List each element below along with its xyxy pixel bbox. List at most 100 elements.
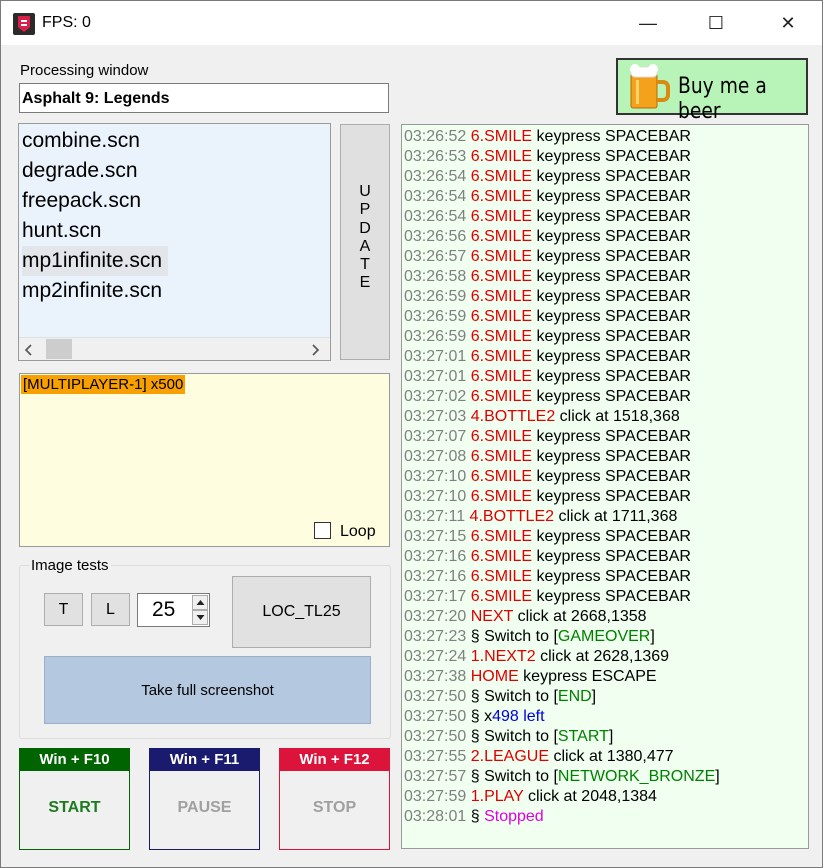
list-item[interactable]: degrade.scn <box>22 156 144 186</box>
update-letter: A <box>359 237 371 255</box>
horizontal-scrollbar[interactable] <box>19 337 330 360</box>
log-entry: 03:27:10 6.SMILE keypress SPACEBAR <box>404 487 691 507</box>
log-text: 6.SMILE <box>470 148 533 165</box>
scroll-right-icon[interactable] <box>310 344 320 356</box>
start-label: START <box>48 799 101 816</box>
processing-window-field[interactable]: Asphalt 9: Legends <box>19 83 389 113</box>
log-timestamp: 03:27:38 <box>404 668 471 685</box>
log-entry: 03:27:38 HOME keypress ESCAPE <box>404 667 657 687</box>
take-full-screenshot-button[interactable]: Take full screenshot <box>44 656 371 724</box>
minimize-button[interactable]: — <box>625 1 671 45</box>
log-text: 6.SMILE <box>470 428 533 445</box>
log-timestamp: 03:27:50 <box>404 728 471 745</box>
start-button[interactable]: Win + F10 START <box>19 748 130 850</box>
maximize-icon: ☐ <box>707 12 725 33</box>
loop-label[interactable]: Loop <box>340 523 376 541</box>
log-text: § Switch to [ <box>470 728 558 745</box>
log-timestamp: 03:27:50 <box>404 708 471 725</box>
log-entry: 03:27:01 6.SMILE keypress SPACEBAR <box>404 367 691 387</box>
log-text: keypress SPACEBAR <box>532 228 691 245</box>
log-timestamp: 03:26:57 <box>404 248 471 265</box>
log-text: keypress SPACEBAR <box>532 468 691 485</box>
list-item[interactable]: freepack.scn <box>22 186 147 216</box>
l-button[interactable]: L <box>91 593 130 626</box>
update-button[interactable]: U P D A T E <box>340 124 390 360</box>
log-entry: 03:27:50 § Switch to [END] <box>404 687 596 707</box>
scenario-queue-item[interactable]: [MULTIPLAYER-1] x500 <box>21 375 186 394</box>
log-entry: 03:27:57 § Switch to [NETWORK_BRONZE] <box>404 767 720 787</box>
t-button[interactable]: T <box>44 593 83 626</box>
offset-spinner[interactable]: 25 <box>137 593 210 627</box>
pause-button[interactable]: Win + F11 PAUSE <box>149 748 260 850</box>
title-bar[interactable]: FPS: 0 — ☐ ✕ <box>1 1 822 45</box>
scroll-thumb[interactable] <box>46 339 72 359</box>
log-timestamp: 03:26:54 <box>404 168 471 185</box>
image-tests-label: Image tests <box>29 557 111 574</box>
log-text: START <box>557 728 609 745</box>
log-entry: 03:26:58 6.SMILE keypress SPACEBAR <box>404 267 691 287</box>
buy-me-a-beer-button[interactable]: Buy me a beer <box>616 58 808 124</box>
list-item[interactable]: mp2infinite.scn <box>22 276 168 306</box>
log-text: 6.SMILE <box>470 588 533 605</box>
close-button[interactable]: ✕ <box>765 1 811 45</box>
log-text: keypress SPACEBAR <box>532 148 691 165</box>
log-text: ] <box>591 688 597 705</box>
loc-tl25-button[interactable]: LOC_TL25 <box>232 576 371 648</box>
log-entry: 03:26:54 6.SMILE keypress SPACEBAR <box>404 207 691 227</box>
maximize-button[interactable]: ☐ <box>693 1 739 45</box>
loop-checkbox[interactable] <box>314 522 331 539</box>
log-text: keypress SPACEBAR <box>532 488 691 505</box>
log-text: GAMEOVER <box>557 628 651 645</box>
log-text: keypress SPACEBAR <box>532 368 691 385</box>
log-entry: 03:26:59 6.SMILE keypress SPACEBAR <box>404 287 691 307</box>
log-text: keypress SPACEBAR <box>532 568 691 585</box>
log-text: 6.SMILE <box>470 128 533 145</box>
log-text: click at 1380,477 <box>549 748 674 765</box>
scenario-file-list[interactable]: combine.scn degrade.scn freepack.scn hun… <box>18 123 331 361</box>
log-text: § <box>470 808 485 825</box>
log-timestamp: 03:26:54 <box>404 208 471 225</box>
log-timestamp: 03:27:03 <box>404 408 471 425</box>
log-entry: 03:26:59 6.SMILE keypress SPACEBAR <box>404 327 691 347</box>
spin-up-button[interactable] <box>192 595 208 610</box>
offset-spinner-value[interactable]: 25 <box>152 598 175 622</box>
log-entry: 03:27:03 4.BOTTLE2 click at 1518,368 <box>404 407 680 427</box>
stop-label: STOP <box>312 799 357 816</box>
buy-me-a-beer-label: Buy me a beer <box>678 74 767 124</box>
log-text: keypress SPACEBAR <box>532 248 691 265</box>
scenario-queue[interactable]: [MULTIPLAYER-1] x500 Loop <box>19 373 390 547</box>
log-entry: 03:26:56 6.SMILE keypress SPACEBAR <box>404 227 691 247</box>
log-timestamp: 03:27:10 <box>404 468 471 485</box>
list-item[interactable]: combine.scn <box>22 126 146 156</box>
log-entry: 03:27:10 6.SMILE keypress SPACEBAR <box>404 467 691 487</box>
log-text: keypress SPACEBAR <box>532 328 691 345</box>
arrow-down-icon <box>196 615 205 620</box>
log-timestamp: 03:27:11 <box>404 508 470 525</box>
stop-hotkey: Win + F12 <box>280 749 389 771</box>
log-timestamp: 03:27:16 <box>404 548 471 565</box>
log-entry: 03:27:17 6.SMILE keypress SPACEBAR <box>404 587 691 607</box>
spin-down-button[interactable] <box>192 610 208 625</box>
log-text: 6.SMILE <box>470 188 533 205</box>
stop-button[interactable]: Win + F12 STOP <box>279 748 390 850</box>
log-text: keypress SPACEBAR <box>532 188 691 205</box>
log-text: § Switch to [ <box>470 628 558 645</box>
list-item[interactable]: hunt.scn <box>22 216 107 246</box>
log-text: keypress SPACEBAR <box>532 348 691 365</box>
log-timestamp: 03:26:59 <box>404 328 471 345</box>
log-text: click at 2668,1358 <box>513 608 647 625</box>
log-timestamp: 03:28:01 <box>404 808 471 825</box>
log-text: 6.SMILE <box>470 488 533 505</box>
log-entry: 03:26:59 6.SMILE keypress SPACEBAR <box>404 307 691 327</box>
event-log[interactable]: 03:26:52 6.SMILE keypress SPACEBAR 03:26:… <box>401 124 809 849</box>
update-button-label: U P D A T E <box>341 183 389 293</box>
scroll-left-icon[interactable] <box>24 344 34 356</box>
log-text: click at 2048,1384 <box>523 788 657 805</box>
log-text: click at 1711,368 <box>554 508 678 525</box>
log-text: keypress SPACEBAR <box>532 548 691 565</box>
log-entry: 03:27:50 § Switch to [START] <box>404 727 613 747</box>
log-text: 6.SMILE <box>470 268 533 285</box>
log-text: click at 1518,368 <box>555 408 680 425</box>
log-text: ] <box>715 768 720 785</box>
list-item-selected[interactable]: mp1infinite.scn <box>22 246 169 276</box>
